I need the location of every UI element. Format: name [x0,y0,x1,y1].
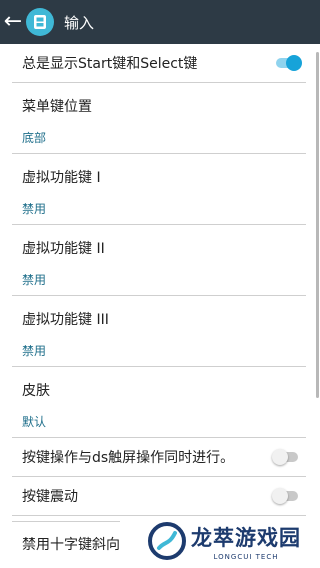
setting-key-vibration[interactable]: 按键震动 [12,477,306,516]
switch-knob [272,449,288,465]
setting-label: 虚拟功能键 I [22,170,101,186]
setting-skin[interactable]: 皮肤 默认 [12,367,306,438]
toggle-switch-on[interactable] [276,55,302,71]
setting-disable-dpad-diagonal[interactable]: 禁用十字键斜向 [12,522,120,566]
setting-label: 按键震动 [22,489,78,505]
setting-always-show-start-select[interactable]: 总是显示Start键和Select键 [12,44,306,83]
setting-value: 默认 [22,415,47,429]
setting-label: 虚拟功能键 II [22,241,105,257]
arrow-left-icon[interactable]: ← [0,0,26,44]
setting-virtual-key-1[interactable]: 虚拟功能键 I 禁用 [12,154,306,225]
setting-label: 按键操作与ds触屏操作同时进行。 [22,450,235,466]
app-header: ← 输入 [0,0,320,44]
gamepad-logo-icon [26,8,54,36]
toggle-switch-off[interactable] [272,488,298,504]
setting-virtual-key-2[interactable]: 虚拟功能键 II 禁用 [12,225,306,296]
setting-label: 皮肤 [22,383,50,399]
setting-virtual-key-3[interactable]: 虚拟功能键 III 禁用 [12,296,306,367]
setting-label: 菜单键位置 [22,99,92,115]
setting-value: 禁用 [22,202,47,216]
setting-value: 底部 [22,131,47,145]
watermark: 龙萃游戏园 LONGCUI TECH [147,519,317,563]
setting-label: 禁用十字键斜向 [22,537,120,553]
scrollbar[interactable] [316,52,319,398]
watermark-logo-icon [148,522,186,560]
setting-label: 总是显示Start键和Select键 [22,56,198,72]
setting-value: 禁用 [22,344,47,358]
setting-value: 禁用 [22,273,47,287]
setting-simultaneous-touch[interactable]: 按键操作与ds触屏操作同时进行。 [12,438,306,477]
watermark-cn: 龙萃游戏园 [191,524,301,550]
page-title: 输入 [64,13,95,32]
setting-menu-key-position[interactable]: 菜单键位置 底部 [12,83,306,154]
setting-label: 虚拟功能键 III [22,312,109,328]
switch-knob [272,488,288,504]
watermark-en: LONGCUI TECH [213,552,279,561]
switch-knob [286,55,302,71]
toggle-switch-off[interactable] [272,449,298,465]
settings-list: 总是显示Start键和Select键 菜单键位置 底部 虚拟功能键 I 禁用 虚… [0,44,320,516]
watermark-text: 龙萃游戏园 LONGCUI TECH [191,522,301,561]
